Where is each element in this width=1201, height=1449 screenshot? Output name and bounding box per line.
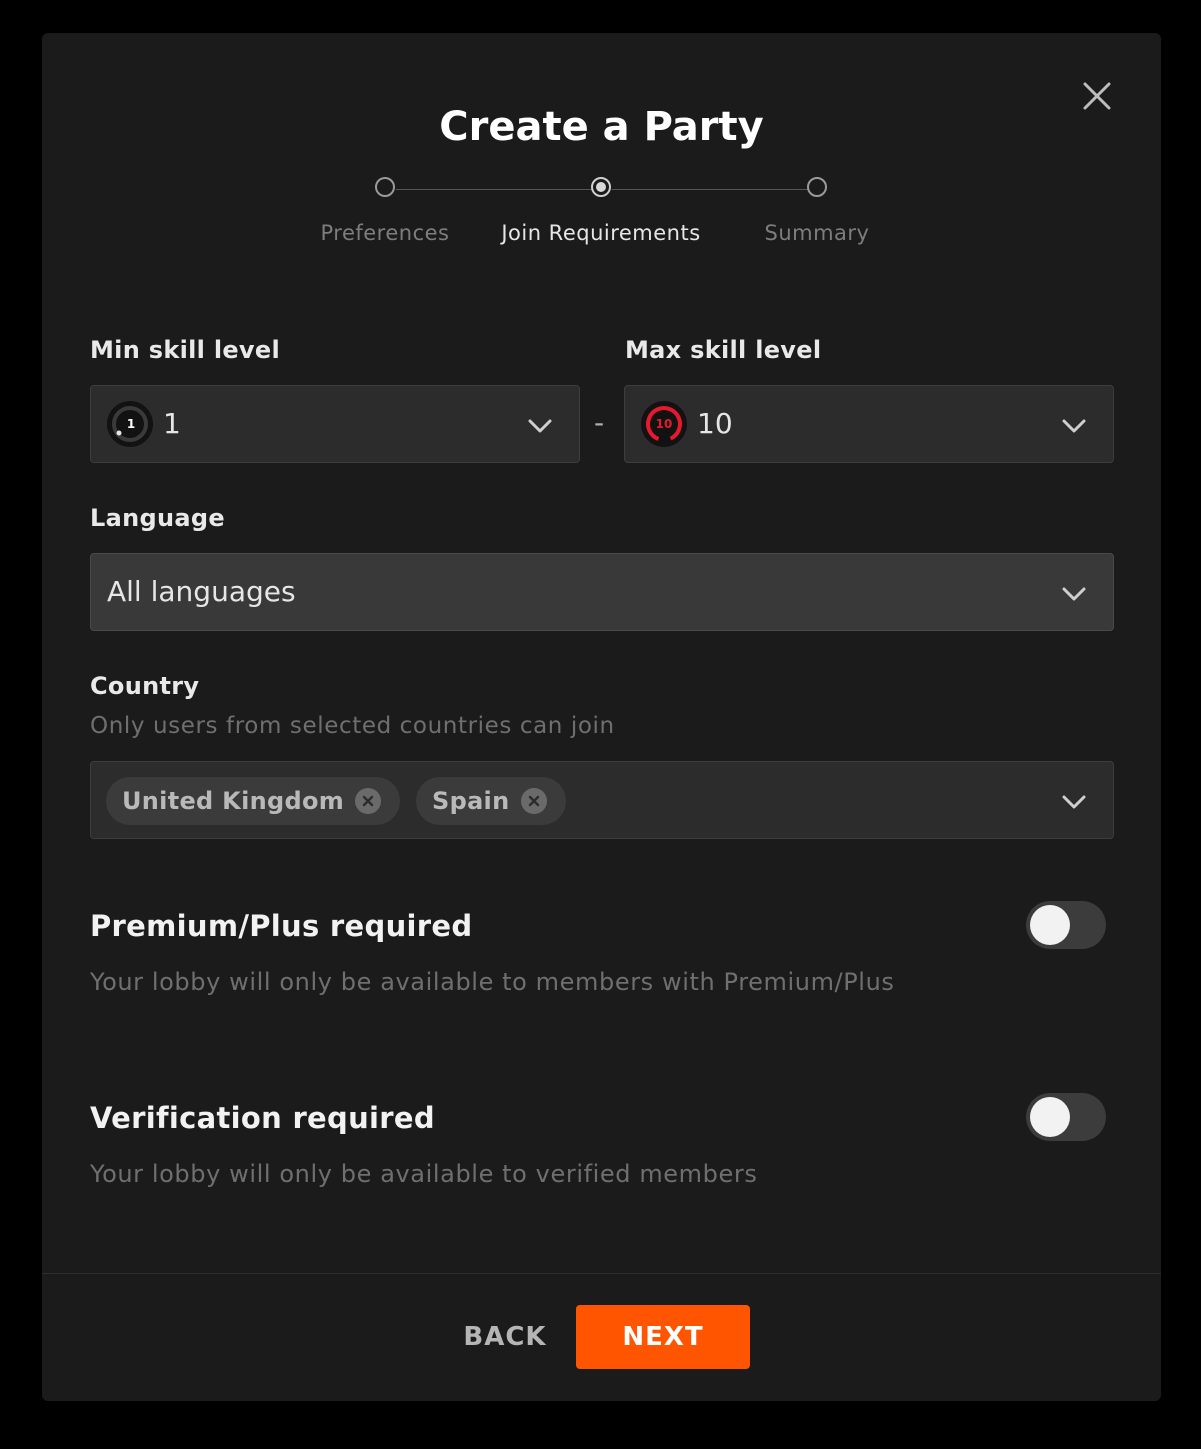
close-button[interactable] [1078,77,1116,115]
language-label: Language [90,504,225,532]
language-value: All languages [107,575,296,608]
step-dot-preferences[interactable] [375,177,395,197]
premium-description: Your lobby will only be available to mem… [90,968,895,996]
create-party-modal: Create a Party Preferences Join Requirem… [42,33,1161,1401]
country-chip-label: Spain [432,787,510,815]
max-skill-value: 10 [697,407,733,440]
min-skill-select[interactable]: 1 1 [90,385,580,463]
chevron-down-icon [528,419,552,433]
chevron-down-icon [1062,587,1086,601]
modal-title: Create a Party [439,104,764,150]
toggle-knob [1030,905,1070,945]
max-skill-select[interactable]: 10 10 [624,385,1114,463]
stepper-connector [612,189,808,190]
skill-level-1-icon: 1 [107,401,153,447]
verification-toggle[interactable] [1026,1093,1106,1141]
premium-toggle[interactable] [1026,901,1106,949]
toggle-knob [1030,1097,1070,1137]
country-chip: Spain [416,777,566,825]
country-chip-label: United Kingdom [122,787,345,815]
country-select[interactable]: United Kingdom Spain [90,761,1114,839]
step-dot-join-requirements[interactable] [591,177,611,197]
stepper-connector [396,189,592,190]
close-icon [1083,82,1111,110]
country-chip: United Kingdom [106,777,400,825]
step-label-join-requirements[interactable]: Join Requirements [481,219,721,247]
min-skill-label: Min skill level [90,336,280,364]
step-label-preferences[interactable]: Preferences [265,219,505,247]
back-button[interactable]: BACK [450,1305,560,1369]
remove-chip-icon[interactable] [521,788,547,814]
min-skill-value: 1 [163,407,181,440]
max-skill-badge-text: 10 [656,417,673,431]
chevron-down-icon [1062,419,1086,433]
country-hint: Only users from selected countries can j… [90,713,615,739]
next-button[interactable]: NEXT [576,1305,750,1369]
verification-title: Verification required [90,1101,435,1135]
footer-divider [42,1273,1161,1274]
step-label-summary[interactable]: Summary [697,219,937,247]
skill-level-10-icon: 10 [641,401,687,447]
country-label: Country [90,672,200,700]
premium-title: Premium/Plus required [90,909,473,943]
verification-description: Your lobby will only be available to ver… [90,1160,758,1188]
remove-chip-icon[interactable] [355,788,381,814]
chevron-down-icon [1062,795,1086,809]
language-select[interactable]: All languages [90,553,1114,631]
min-skill-badge-text: 1 [127,417,135,431]
step-dot-summary[interactable] [807,177,827,197]
max-skill-label: Max skill level [625,336,822,364]
skill-range-separator: - [594,406,605,439]
